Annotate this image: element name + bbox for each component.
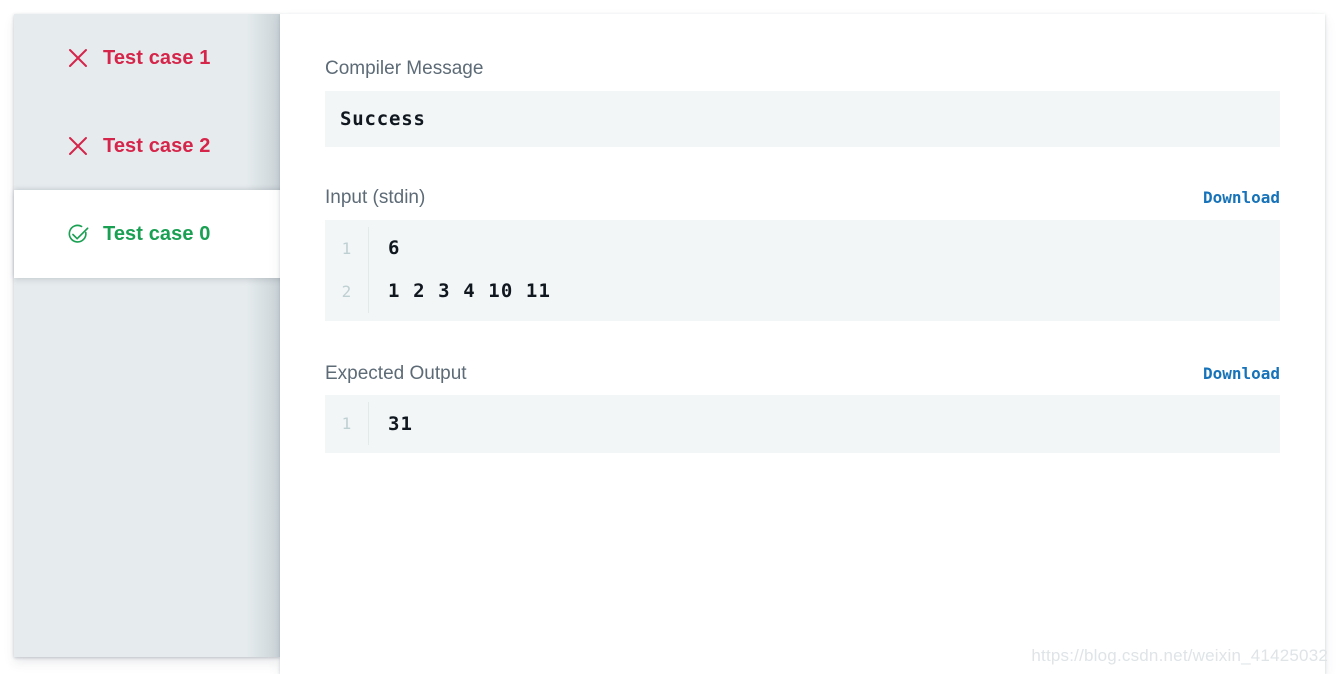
code-line: 1 6 [325, 226, 1280, 270]
compiler-message-header: Compiler Message [325, 58, 1280, 81]
download-expected-output-link[interactable]: Download [1203, 364, 1280, 383]
download-input-link[interactable]: Download [1203, 188, 1280, 207]
page-root: Test case 1 Test case 2 Test case 0 Comp… [0, 0, 1340, 674]
sidebar-item-label: Test case 2 [103, 135, 211, 157]
compiler-message-box: Success [325, 90, 1280, 147]
line-number: 2 [325, 269, 369, 313]
check-circle-icon [65, 221, 91, 247]
expected-output-header: Expected Output Download [325, 363, 1280, 386]
compiler-message-section: Compiler Message Success [325, 58, 1280, 147]
code-line: 1 31 [325, 402, 1280, 446]
line-content: 6 [388, 237, 401, 260]
sidebar-item-test-case-2[interactable]: Test case 2 [14, 102, 280, 190]
detail-content: Compiler Message Success Input (stdin) D… [280, 14, 1325, 454]
line-content: 31 [388, 412, 414, 435]
testcase-sidebar: Test case 1 Test case 2 Test case 0 [14, 14, 294, 657]
sidebar-item-test-case-0[interactable]: Test case 0 [14, 190, 294, 278]
compiler-message-label: Compiler Message [325, 58, 484, 79]
close-x-icon [65, 45, 91, 71]
testcase-list: Test case 1 Test case 2 Test case 0 [14, 14, 294, 278]
input-code-box: 1 6 2 1 2 3 4 10 11 [325, 219, 1280, 321]
sidebar-item-label: Test case 1 [103, 47, 211, 69]
testcase-detail-panel: Compiler Message Success Input (stdin) D… [280, 14, 1325, 674]
expected-output-section: Expected Output Download 1 31 [325, 363, 1280, 454]
expected-output-code-box: 1 31 [325, 395, 1280, 454]
sidebar-item-label: Test case 0 [103, 223, 211, 245]
input-stdin-label: Input (stdin) [325, 186, 426, 208]
sidebar-item-test-case-1[interactable]: Test case 1 [14, 14, 280, 102]
line-number: 1 [325, 402, 369, 446]
line-number: 1 [325, 226, 369, 270]
input-stdin-section: Input (stdin) Download 1 6 2 1 2 3 4 10 … [325, 187, 1280, 321]
input-stdin-header: Input (stdin) Download [325, 187, 1280, 210]
line-content: 1 2 3 4 10 11 [388, 280, 552, 303]
close-x-icon [65, 133, 91, 159]
expected-output-label: Expected Output [325, 362, 467, 384]
code-line: 2 1 2 3 4 10 11 [325, 269, 1280, 313]
compiler-message-text: Success [340, 107, 426, 130]
